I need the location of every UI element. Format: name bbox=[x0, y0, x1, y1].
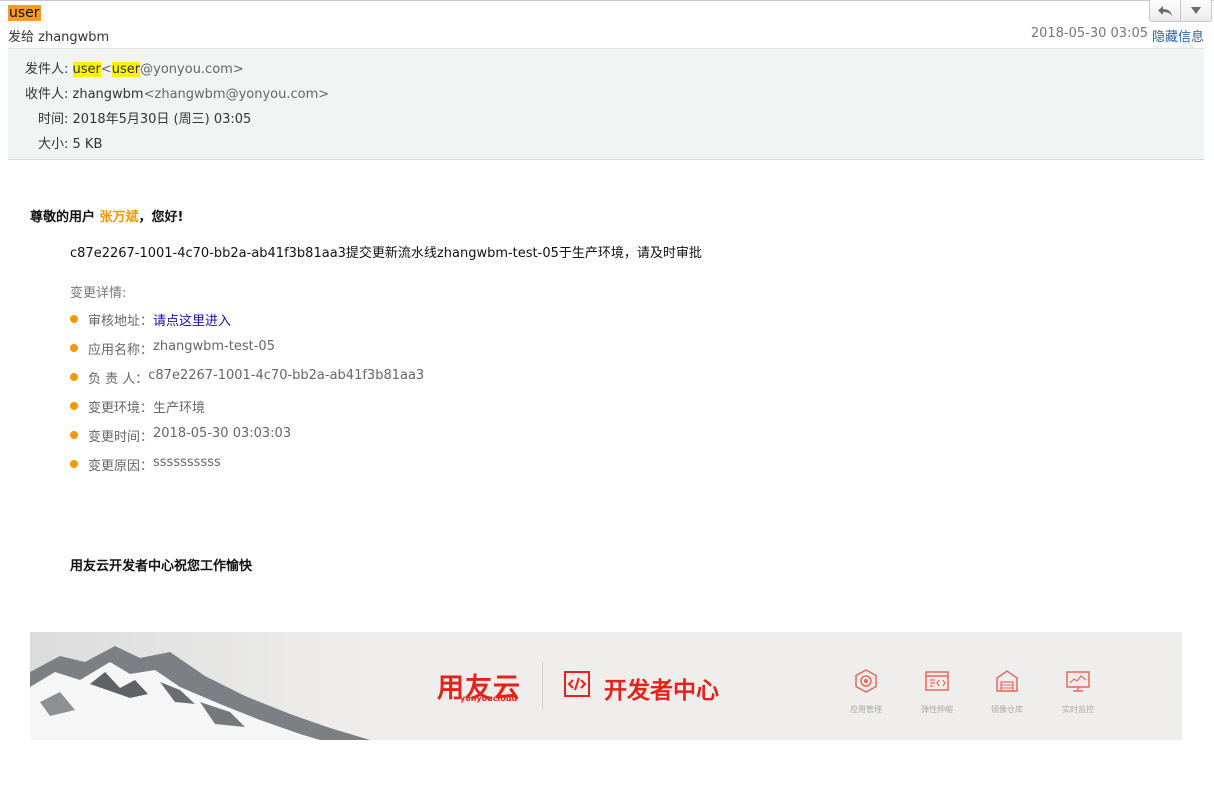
hide-info-link[interactable]: 隐藏信息 bbox=[1152, 26, 1204, 45]
feature-image-registry: 镜像仓库 bbox=[977, 668, 1037, 715]
from-name[interactable]: user bbox=[72, 62, 101, 77]
to-name[interactable]: zhangwbm bbox=[73, 87, 144, 102]
to-label: 收件人: bbox=[25, 87, 69, 102]
detail-item-environment: 变更环境： 生产环境 bbox=[70, 397, 424, 426]
review-link[interactable]: 请点这里进入 bbox=[153, 310, 231, 329]
time-label: 时间: bbox=[38, 112, 69, 127]
time-row: 时间: 2018年5月30日 (周三) 03:05 bbox=[38, 108, 251, 127]
greeting: 尊敬的用户 张万斌，您好! bbox=[30, 210, 184, 225]
mountain-image bbox=[30, 632, 370, 740]
yonyoucloud-logo-sub: yonyoucloud bbox=[460, 694, 518, 703]
closing-text: 用友云开发者中心祝您工作愉快 bbox=[70, 559, 253, 574]
footer-banner: 用友云 yonyoucloud 开发者中心 应用管理 弹性伸缩 镜像仓库 实时监… bbox=[30, 632, 1182, 740]
to-row: 收件人: zhangwbm<zhangwbm@yonyou.com> bbox=[25, 83, 329, 102]
chevron-down-icon[interactable] bbox=[1180, 0, 1211, 21]
monitor-chart-icon bbox=[1066, 671, 1090, 692]
detail-item-app-name: 应用名称： zhangwbm-test-05 bbox=[70, 339, 424, 368]
email-subject: user bbox=[8, 5, 41, 21]
details-list: 审核地址： 请点这里进入 应用名称： zhangwbm-test-05 负 责 人：… bbox=[70, 310, 424, 484]
to-address: <zhangwbm@yonyou.com> bbox=[143, 87, 330, 102]
info-caret bbox=[1180, 41, 1194, 48]
from-lt: < bbox=[100, 62, 112, 77]
bullet-icon bbox=[70, 402, 78, 410]
feature-realtime-monitor: 实时监控 bbox=[1048, 668, 1108, 715]
bullet-icon bbox=[70, 344, 78, 352]
top-border bbox=[0, 0, 1214, 1]
code-window-icon bbox=[925, 671, 949, 691]
code-icon bbox=[564, 671, 590, 697]
greeting-name: 张万斌 bbox=[99, 210, 139, 225]
size-label: 大小: bbox=[38, 137, 69, 152]
detail-item-reason: 变更原因： ssssssssss bbox=[70, 455, 424, 484]
detail-item-time: 变更时间： 2018-05-30 03:03:03 bbox=[70, 426, 424, 455]
banner-divider bbox=[542, 662, 543, 710]
detail-item-review-url: 审核地址： 请点这里进入 bbox=[70, 310, 424, 339]
size-value: 5 KB bbox=[72, 137, 103, 152]
feature-elastic-scaling: 弹性伸缩 bbox=[907, 668, 967, 715]
bullet-icon bbox=[70, 460, 78, 468]
developer-center-title: 开发者中心 bbox=[604, 678, 719, 704]
email-date: 2018-05-30 03:05 bbox=[1030, 26, 1148, 41]
from-domain: @yonyou.com> bbox=[140, 62, 244, 77]
detail-item-owner: 负 责 人： c87e2267-1001-4c70-bb2a-ab41f3b81a… bbox=[70, 368, 424, 397]
header-info-panel: 发件人: user<user@yonyou.com> 收件人: zhangwbm… bbox=[8, 48, 1204, 160]
send-to: 发给 zhangwbm bbox=[8, 30, 110, 45]
from-user[interactable]: user bbox=[111, 62, 141, 77]
feature-app-management: 应用管理 bbox=[836, 668, 896, 715]
gear-hexagon-icon bbox=[855, 669, 877, 693]
time-value: 2018年5月30日 (周三) 03:05 bbox=[72, 112, 252, 127]
mail-toolbar bbox=[1149, 0, 1212, 22]
size-row: 大小: 5 KB bbox=[38, 133, 102, 152]
bullet-icon bbox=[70, 431, 78, 439]
reply-icon[interactable] bbox=[1150, 0, 1180, 21]
notification-message: c87e2267-1001-4c70-bb2a-ab41f3b81aa3提交更新… bbox=[70, 246, 702, 261]
from-row: 发件人: user<user@yonyou.com> bbox=[25, 58, 244, 77]
bullet-icon bbox=[70, 373, 78, 381]
bullet-icon bbox=[70, 315, 78, 323]
warehouse-icon bbox=[996, 670, 1018, 692]
from-label: 发件人: bbox=[25, 62, 69, 77]
details-title: 变更详情: bbox=[70, 286, 127, 301]
